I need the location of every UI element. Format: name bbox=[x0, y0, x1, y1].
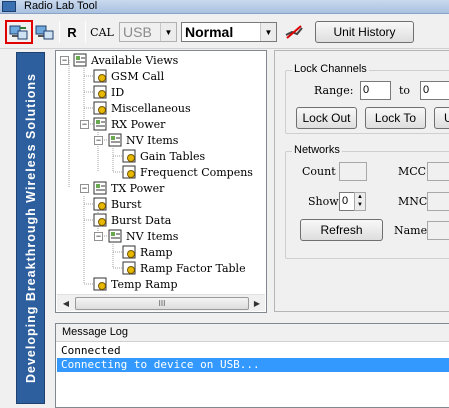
lock-to-button[interactable]: Lock To bbox=[365, 107, 426, 129]
connect-icon bbox=[9, 25, 28, 40]
range-from-input[interactable]: 0 bbox=[360, 81, 391, 100]
mnc-label: MNC bbox=[398, 195, 428, 208]
networks-title: Networks bbox=[292, 144, 342, 156]
gear-view-icon bbox=[122, 165, 136, 179]
mcc-field bbox=[427, 162, 449, 181]
folder-view-icon bbox=[108, 229, 122, 243]
tree-node-frequency-compensation[interactable]: Frequenct Compens bbox=[122, 164, 253, 180]
folder-view-icon bbox=[108, 133, 122, 147]
banner-text: Developing Breakthrough Wireless Solutio… bbox=[23, 73, 38, 383]
chevron-down-icon: ▼ bbox=[160, 23, 176, 41]
tree-node-ramp[interactable]: Ramp bbox=[122, 244, 173, 260]
range-to-label: to bbox=[399, 84, 411, 97]
count-label: Count bbox=[302, 165, 336, 178]
show-spinner[interactable]: ▲ ▼ bbox=[354, 192, 366, 211]
disconnect-icon bbox=[35, 25, 54, 40]
tree-node-ramp-factor-table[interactable]: Ramp Factor Table bbox=[122, 260, 246, 276]
scroll-thumb[interactable]: III bbox=[75, 297, 249, 310]
gear-view-icon bbox=[93, 277, 107, 291]
log-line-selected[interactable]: Connecting to device on USB... bbox=[57, 358, 449, 372]
unlock-button[interactable]: U bbox=[434, 107, 449, 129]
mnc-field bbox=[427, 192, 449, 211]
collapse-toggle[interactable]: − bbox=[80, 184, 89, 193]
collapse-toggle[interactable]: − bbox=[60, 56, 69, 65]
refresh-button[interactable]: Refresh bbox=[300, 219, 383, 241]
folder-view-icon bbox=[93, 181, 107, 195]
folder-view-icon bbox=[73, 53, 87, 67]
toolbar: R CAL USB ▼ Normal ▼ Unit History bbox=[0, 17, 449, 49]
name-field bbox=[427, 221, 449, 240]
folder-view-icon bbox=[93, 117, 107, 131]
message-log-header: Message Log bbox=[56, 324, 449, 342]
range-label: Range: bbox=[314, 84, 354, 97]
tree-node-rx-power[interactable]: RX Power bbox=[93, 116, 165, 132]
spin-down-icon[interactable]: ▼ bbox=[355, 201, 365, 209]
scroll-left-icon[interactable]: ◀ bbox=[58, 297, 74, 310]
collapse-toggle[interactable]: − bbox=[94, 232, 103, 241]
gear-view-icon bbox=[122, 261, 136, 275]
mcc-label: MCC bbox=[398, 165, 427, 178]
tree-node-nv-items[interactable]: NV Items bbox=[108, 132, 178, 148]
networks-group: Networks Count MCC Show 0 ▲ ▼ MNC Refres… bbox=[285, 144, 449, 259]
disconnect-cable-button[interactable] bbox=[283, 21, 305, 43]
count-field bbox=[339, 162, 367, 181]
side-banner: Developing Breakthrough Wireless Solutio… bbox=[16, 52, 45, 404]
title-bar: Radio Lab Tool bbox=[0, 0, 449, 14]
log-line[interactable]: Connected bbox=[57, 344, 449, 358]
gear-view-icon bbox=[122, 149, 136, 163]
spin-up-icon[interactable]: ▲ bbox=[355, 193, 365, 201]
show-input[interactable]: 0 bbox=[339, 192, 355, 211]
tree-node-available-views[interactable]: Available Views bbox=[73, 52, 178, 68]
message-log: Message Log Connected Connecting to devi… bbox=[55, 323, 449, 408]
app-icon bbox=[2, 1, 16, 12]
tree-node-burst-data[interactable]: Burst Data bbox=[93, 212, 171, 228]
unplug-icon bbox=[285, 25, 303, 39]
name-label: Name bbox=[394, 224, 428, 237]
collapse-toggle[interactable]: − bbox=[80, 120, 89, 129]
lock-out-button[interactable]: Lock Out bbox=[296, 107, 357, 129]
tree-node-gain-tables[interactable]: Gain Tables bbox=[122, 148, 205, 164]
gear-view-icon bbox=[93, 197, 107, 211]
mode-value: Normal bbox=[185, 24, 234, 40]
lock-channels-group: Lock Channels Range: 0 to 0 Lock Out Loc… bbox=[285, 63, 449, 134]
gear-view-icon bbox=[93, 85, 107, 99]
show-label: Show bbox=[308, 195, 339, 208]
horizontal-scrollbar[interactable]: ◀ III ▶ bbox=[57, 294, 265, 311]
cal-button[interactable]: CAL bbox=[89, 21, 115, 43]
window-title: Radio Lab Tool bbox=[24, 0, 98, 12]
interface-value: USB bbox=[123, 24, 152, 40]
lock-channels-title: Lock Channels bbox=[292, 63, 369, 75]
tree-node-temp-ramp[interactable]: Temp Ramp bbox=[93, 276, 178, 292]
gear-view-icon bbox=[93, 213, 107, 227]
control-panel: Lock Channels Range: 0 to 0 Lock Out Loc… bbox=[274, 50, 449, 312]
tree-node-gsm-call[interactable]: GSM Call bbox=[93, 68, 164, 84]
mode-select[interactable]: Normal ▼ bbox=[181, 22, 277, 42]
range-to-input[interactable]: 0 bbox=[420, 81, 449, 100]
chevron-down-icon: ▼ bbox=[260, 23, 276, 41]
unit-history-button[interactable]: Unit History bbox=[315, 21, 414, 43]
views-tree: − Available Views GSM Call ID Miscellane… bbox=[55, 50, 267, 313]
gear-view-icon bbox=[93, 69, 107, 83]
tree-node-tx-power[interactable]: TX Power bbox=[93, 180, 164, 196]
gear-view-icon bbox=[122, 245, 136, 259]
tree-node-miscellaneous[interactable]: Miscellaneous bbox=[93, 100, 191, 116]
r-button[interactable]: R bbox=[63, 21, 81, 43]
interface-select[interactable]: USB ▼ bbox=[119, 22, 177, 42]
connect-button[interactable] bbox=[5, 20, 33, 44]
tree-node-id[interactable]: ID bbox=[93, 84, 124, 100]
gear-view-icon bbox=[93, 101, 107, 115]
scroll-right-icon[interactable]: ▶ bbox=[249, 297, 265, 310]
collapse-toggle[interactable]: − bbox=[94, 136, 103, 145]
tree-node-nv-items[interactable]: NV Items bbox=[108, 228, 178, 244]
tree-node-burst[interactable]: Burst bbox=[93, 196, 142, 212]
disconnect-button[interactable] bbox=[34, 21, 56, 43]
